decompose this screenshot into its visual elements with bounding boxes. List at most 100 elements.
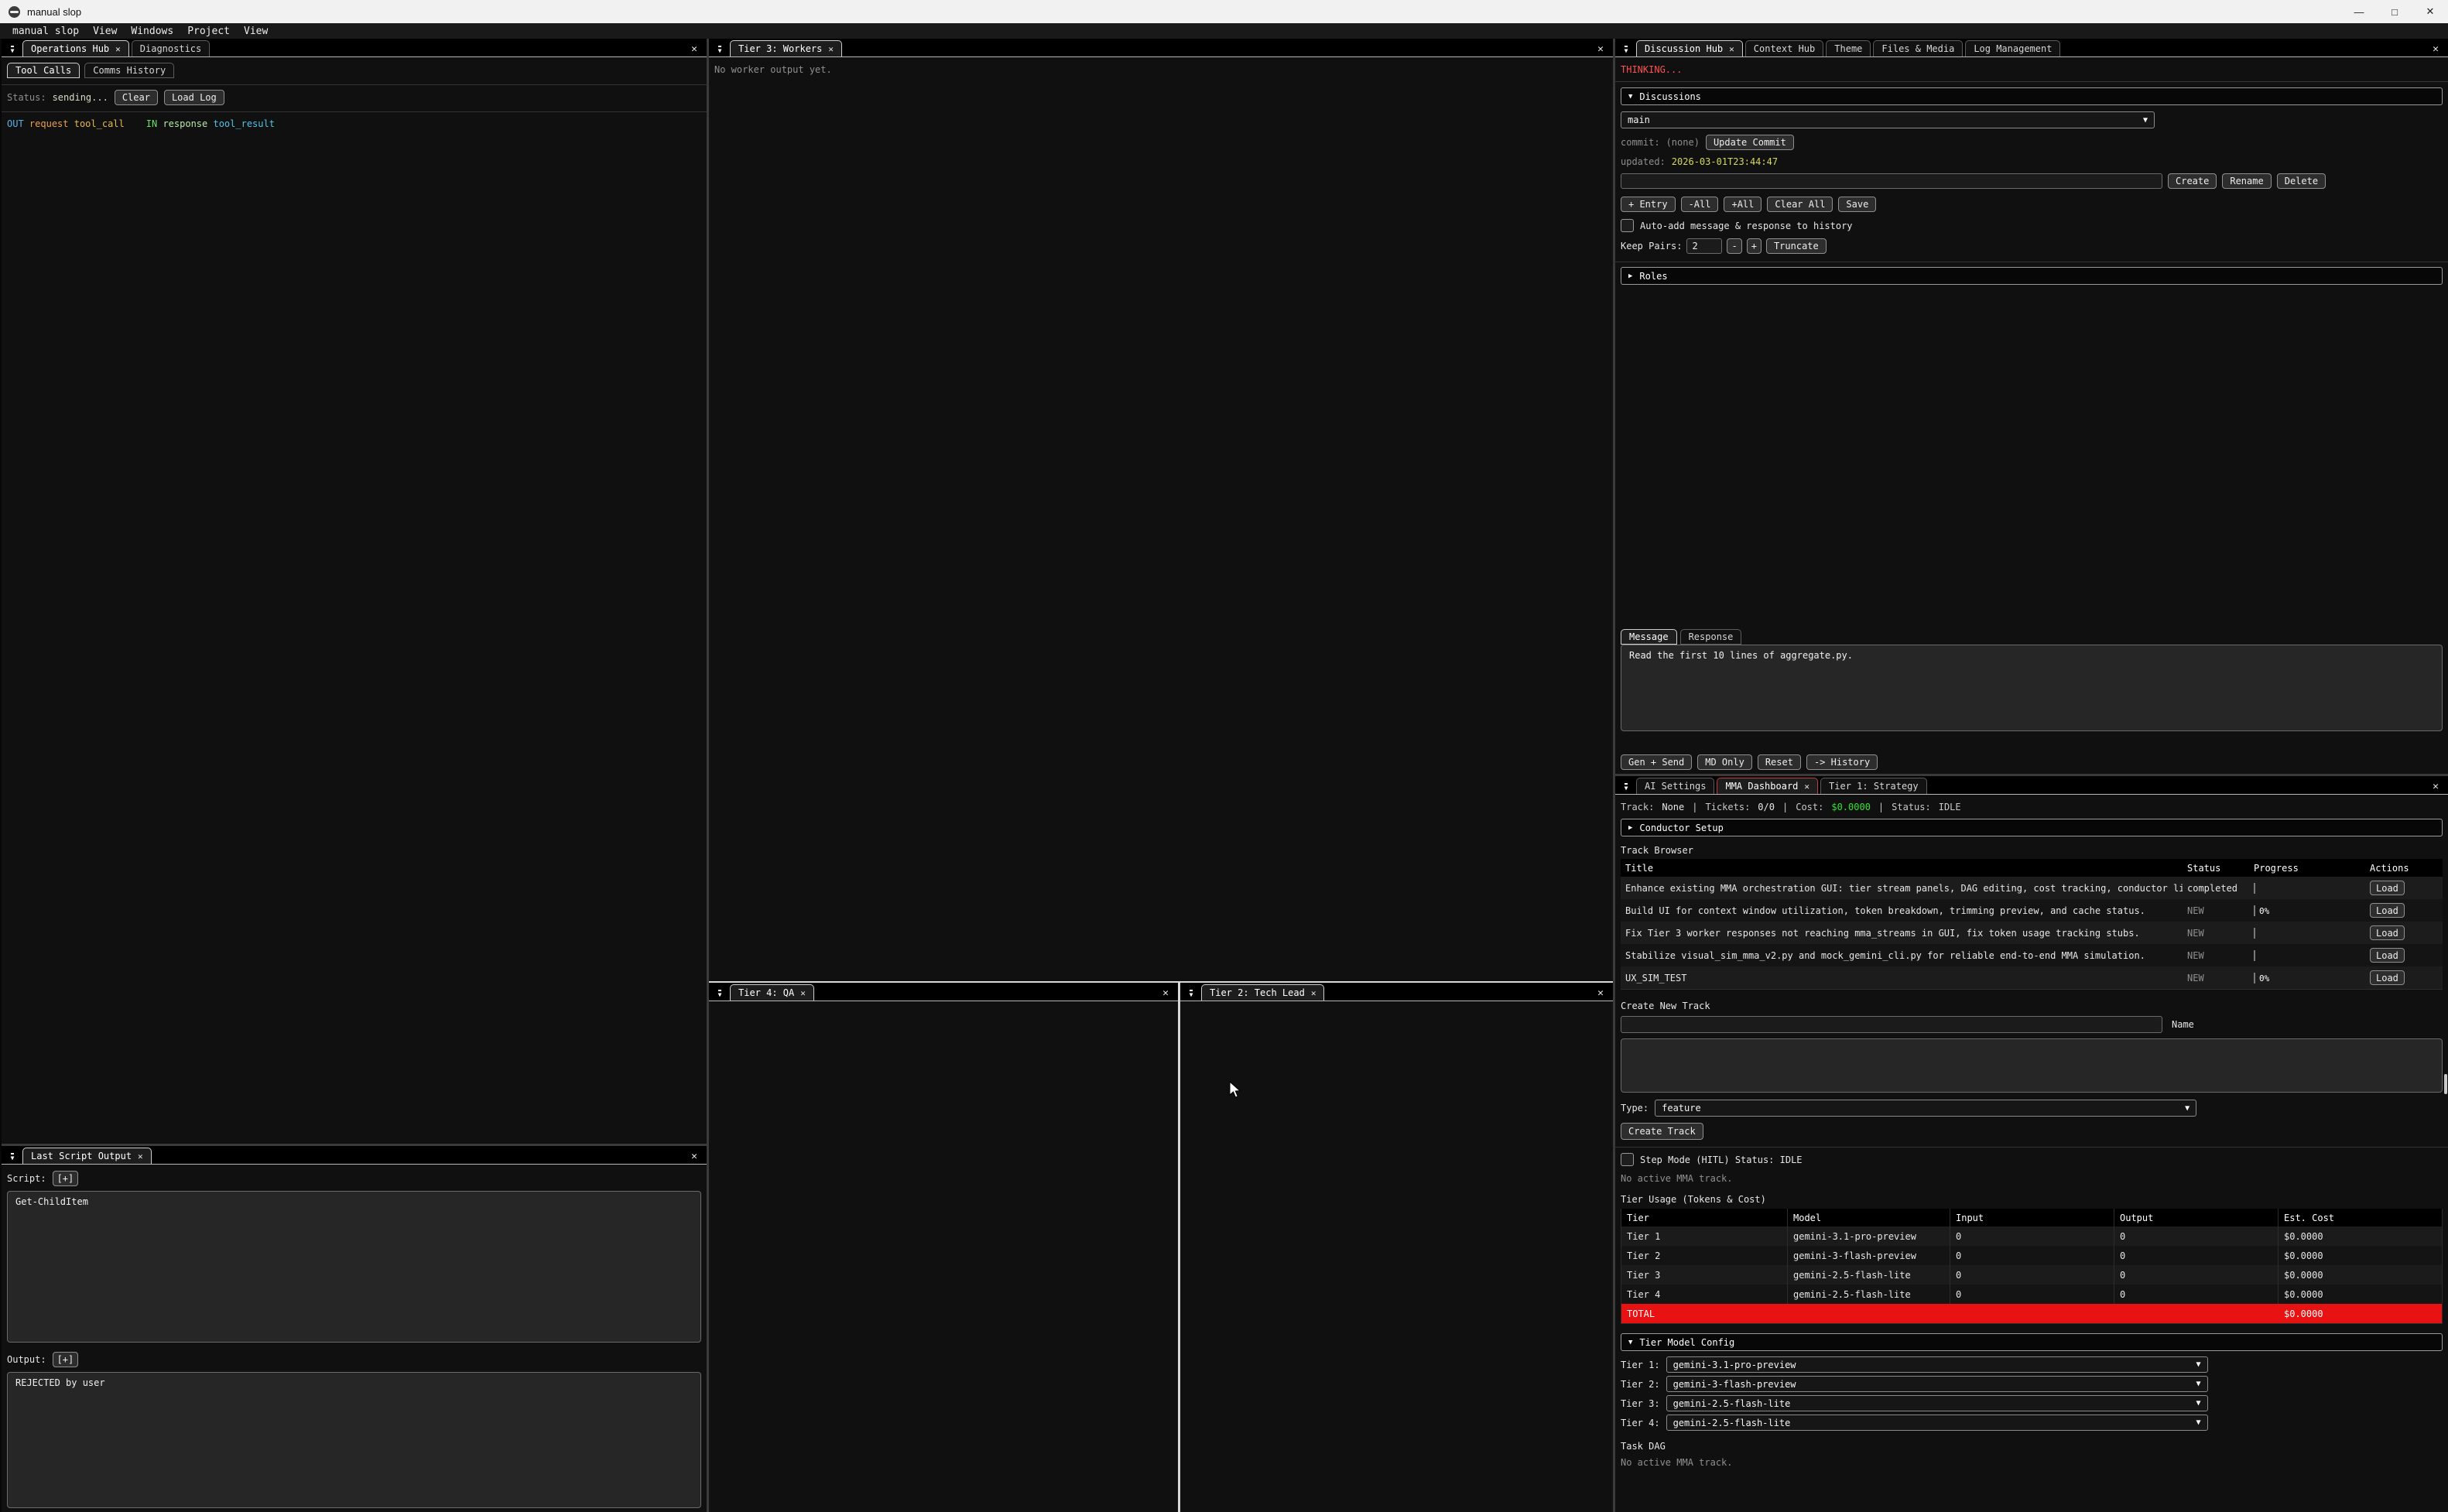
pane-menu-icon[interactable]: ▼ — [712, 46, 728, 56]
minimize-button[interactable]: — — [2341, 0, 2377, 23]
tab-close-icon[interactable]: ✕ — [828, 44, 834, 54]
tab-last-script-output[interactable]: Last Script Output ✕ — [22, 1148, 152, 1164]
table-row[interactable]: UX_SIM_TEST NEW 0% Load — [1621, 966, 2443, 989]
menu-manual-slop[interactable]: manual slop — [6, 26, 85, 37]
load-button[interactable]: Load — [2370, 948, 2405, 963]
track-description-textarea[interactable] — [1621, 1038, 2443, 1093]
expand-all-button[interactable]: +All — [1724, 197, 1762, 212]
pane-menu-icon[interactable]: ▼ — [1618, 783, 1634, 794]
pane-menu-icon[interactable]: ▼ — [1183, 990, 1199, 1001]
table-row[interactable]: Enhance existing MMA orchestration GUI: … — [1621, 877, 2443, 899]
output-expand-button[interactable]: [+] — [53, 1352, 79, 1367]
tab-close-icon[interactable]: ✕ — [1311, 988, 1316, 998]
tier-model-config-header[interactable]: ▼ Tier Model Config — [1621, 1333, 2443, 1351]
discussion-select[interactable]: main ▼ — [1621, 111, 2155, 128]
increment-button[interactable]: + — [1747, 238, 1762, 254]
pane-menu-icon[interactable]: ▼ — [712, 990, 728, 1001]
response-tab[interactable]: Response — [1680, 629, 1742, 645]
clear-all-button[interactable]: Clear All — [1767, 197, 1833, 212]
menu-windows[interactable]: Windows — [125, 26, 180, 37]
load-button[interactable]: Load — [2370, 970, 2405, 985]
panel-close-icon[interactable]: ✕ — [686, 1151, 704, 1164]
tier3-model-select[interactable]: gemini-2.5-flash-lite▼ — [1666, 1395, 2208, 1411]
load-button[interactable]: Load — [2370, 903, 2405, 918]
tab-tier2-tech-lead[interactable]: Tier 2: Tech Lead ✕ — [1201, 984, 1324, 1001]
scrollbar-thumb[interactable] — [2444, 1074, 2447, 1094]
track-browser-label: Track Browser — [1621, 845, 2443, 856]
panel-close-icon[interactable]: ✕ — [2428, 781, 2445, 794]
panel-close-icon[interactable]: ✕ — [2428, 43, 2445, 56]
add-entry-button[interactable]: + Entry — [1621, 197, 1676, 212]
message-tab[interactable]: Message — [1621, 629, 1677, 645]
menu-project[interactable]: Project — [181, 26, 236, 37]
conductor-setup-header[interactable]: ▶ Conductor Setup — [1621, 819, 2443, 836]
update-commit-button[interactable]: Update Commit — [1706, 135, 1794, 150]
panel-close-icon[interactable]: ✕ — [1158, 987, 1175, 1001]
delete-button[interactable]: Delete — [2277, 173, 2326, 189]
maximize-button[interactable]: □ — [2377, 0, 2412, 23]
tab-close-icon[interactable]: ✕ — [115, 44, 121, 54]
discussions-section-header[interactable]: ▼ Discussions — [1621, 87, 2443, 105]
clear-button[interactable]: Clear — [115, 90, 158, 105]
menu-view-2[interactable]: View — [238, 26, 274, 37]
tab-files-media[interactable]: Files & Media — [1873, 40, 1963, 56]
tab-tier1-strategy[interactable]: Tier 1: Strategy — [1820, 778, 1927, 794]
tab-close-icon[interactable]: ✕ — [1804, 782, 1809, 792]
load-button[interactable]: Load — [2370, 925, 2405, 940]
tab-close-icon[interactable]: ✕ — [800, 988, 806, 998]
tab-operations-hub[interactable]: Operations Hub ✕ — [22, 40, 129, 56]
roles-section-header[interactable]: ▶ Roles — [1621, 267, 2443, 285]
gen-send-button[interactable]: Gen + Send — [1621, 754, 1692, 770]
subtab-comms-history[interactable]: Comms History — [84, 63, 174, 78]
track-type-select[interactable]: feature ▼ — [1655, 1100, 2196, 1117]
table-row[interactable]: Fix Tier 3 worker responses not reaching… — [1621, 922, 2443, 944]
tab-close-icon[interactable]: ✕ — [1729, 44, 1734, 54]
pane-menu-icon[interactable]: ▼ — [1618, 46, 1634, 56]
auto-add-checkbox[interactable] — [1621, 219, 1634, 232]
tab-diagnostics[interactable]: Diagnostics — [132, 40, 210, 56]
panel-close-icon[interactable]: ✕ — [686, 43, 704, 56]
decrement-button[interactable]: - — [1727, 238, 1741, 254]
rename-button[interactable]: Rename — [2222, 173, 2271, 189]
md-only-button[interactable]: MD Only — [1697, 754, 1752, 770]
truncate-button[interactable]: Truncate — [1766, 238, 1827, 254]
tab-theme[interactable]: Theme — [1826, 40, 1871, 56]
tab-context-hub[interactable]: Context Hub — [1745, 40, 1823, 56]
script-textarea[interactable]: Get-ChildItem — [7, 1191, 701, 1343]
tab-log-management[interactable]: Log Management — [1965, 40, 2060, 56]
save-button[interactable]: Save — [1838, 197, 1876, 212]
subtab-tool-calls[interactable]: Tool Calls — [7, 63, 80, 78]
step-mode-checkbox[interactable] — [1621, 1153, 1634, 1166]
load-button[interactable]: Load — [2370, 881, 2405, 895]
keep-pairs-input[interactable] — [1686, 238, 1722, 254]
tab-mma-dashboard[interactable]: MMA Dashboard ✕ — [1717, 778, 1818, 794]
close-button[interactable]: ✕ — [2412, 0, 2448, 23]
chevron-right-icon: ▶ — [1628, 824, 1632, 832]
tab-close-icon[interactable]: ✕ — [138, 1151, 143, 1161]
pane-menu-icon[interactable]: ▼ — [5, 1153, 20, 1164]
pane-menu-icon[interactable]: ▼ — [5, 46, 20, 56]
tier1-model-select[interactable]: gemini-3.1-pro-preview▼ — [1666, 1356, 2208, 1373]
create-button[interactable]: Create — [2168, 173, 2217, 189]
track-name-input[interactable] — [1621, 1016, 2162, 1033]
table-row[interactable]: Stabilize visual_sim_mma_v2.py and mock_… — [1621, 944, 2443, 966]
to-history-button[interactable]: -> History — [1806, 754, 1878, 770]
tier4-model-select[interactable]: gemini-2.5-flash-lite▼ — [1666, 1415, 2208, 1431]
discussion-name-input[interactable] — [1621, 173, 2162, 189]
load-log-button[interactable]: Load Log — [164, 90, 224, 105]
tier2-model-select[interactable]: gemini-3-flash-preview▼ — [1666, 1376, 2208, 1392]
menu-view-1[interactable]: View — [87, 26, 123, 37]
tab-tier3-workers[interactable]: Tier 3: Workers ✕ — [730, 40, 842, 56]
message-textarea[interactable]: Read the first 10 lines of aggregate.py. — [1621, 645, 2443, 731]
panel-close-icon[interactable]: ✕ — [1593, 987, 1610, 1001]
tab-tier4-qa[interactable]: Tier 4: QA ✕ — [730, 984, 814, 1001]
panel-close-icon[interactable]: ✕ — [1593, 43, 1610, 56]
reset-button[interactable]: Reset — [1758, 754, 1801, 770]
table-row[interactable]: Build UI for context window utilization,… — [1621, 899, 2443, 922]
script-expand-button[interactable]: [+] — [53, 1171, 79, 1186]
tab-ai-settings[interactable]: AI Settings — [1636, 778, 1714, 794]
tab-discussion-hub[interactable]: Discussion Hub ✕ — [1636, 40, 1743, 56]
collapse-all-button[interactable]: -All — [1681, 197, 1719, 212]
output-textarea[interactable]: REJECTED by user — [7, 1372, 701, 1508]
create-track-button[interactable]: Create Track — [1621, 1123, 1703, 1140]
